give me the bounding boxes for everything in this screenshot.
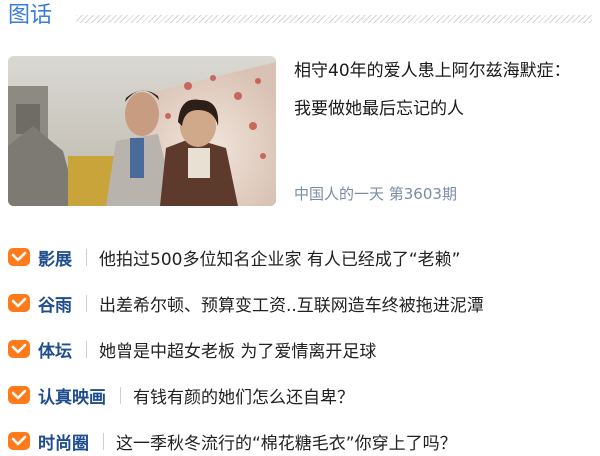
- section-header: 图话: [8, 0, 592, 34]
- news-tag[interactable]: 体坛: [38, 337, 72, 362]
- news-item[interactable]: 认真映画 有钱有颜的她们怎么还自卑？: [8, 372, 592, 418]
- feature-meta[interactable]: 中国人的一天 第3603期: [294, 182, 457, 206]
- tag-divider: [86, 340, 87, 358]
- news-item[interactable]: 体坛 她曾是中超女老板 为了爱情离开足球: [8, 326, 592, 372]
- news-title[interactable]: 她曾是中超女老板 为了爱情离开足球: [99, 337, 376, 362]
- tag-chevron-icon: [8, 432, 30, 450]
- tag-chevron-icon: [8, 340, 30, 358]
- news-tag[interactable]: 时尚圈: [38, 429, 89, 454]
- news-title[interactable]: 这一季秋冬流行的“棉花糖毛衣”你穿上了吗？: [116, 429, 457, 454]
- feature-story[interactable]: 相守40年的爱人患上阿尔兹海默症：我要做她最后忘记的人 中国人的一天 第3603…: [8, 56, 592, 206]
- news-title[interactable]: 有钱有颜的她们怎么还自卑？: [133, 383, 354, 408]
- news-item[interactable]: 谷雨 出差希尔顿、预算变工资..互联网造车终被拖进泥潭: [8, 280, 592, 326]
- news-title[interactable]: 他拍过500多位知名企业家 有人已经成了“老赖”: [99, 245, 460, 270]
- feature-headline[interactable]: 相守40年的爱人患上阿尔兹海默症：我要做她最后忘记的人: [294, 52, 584, 128]
- tag-divider: [103, 432, 104, 450]
- news-tag[interactable]: 认真映画: [38, 383, 106, 408]
- section-divider: [76, 15, 592, 23]
- tag-chevron-icon: [8, 248, 30, 266]
- tag-chevron-icon: [8, 386, 30, 404]
- news-item[interactable]: 影展 他拍过500多位知名企业家 有人已经成了“老赖”: [8, 234, 592, 280]
- news-tag[interactable]: 谷雨: [38, 291, 72, 316]
- tag-chevron-icon: [8, 294, 30, 312]
- tag-divider: [86, 248, 87, 266]
- section-title[interactable]: 图话: [8, 2, 52, 30]
- news-item[interactable]: 时尚圈 这一季秋冬流行的“棉花糖毛衣”你穿上了吗？: [8, 418, 592, 456]
- news-tag[interactable]: 影展: [38, 245, 72, 270]
- feature-photo[interactable]: [8, 56, 276, 206]
- tag-divider: [120, 386, 121, 404]
- news-list: 影展 他拍过500多位知名企业家 有人已经成了“老赖” 谷雨 出差希尔顿、预算变…: [8, 234, 592, 456]
- tag-divider: [86, 294, 87, 312]
- news-title[interactable]: 出差希尔顿、预算变工资..互联网造车终被拖进泥潭: [99, 291, 484, 316]
